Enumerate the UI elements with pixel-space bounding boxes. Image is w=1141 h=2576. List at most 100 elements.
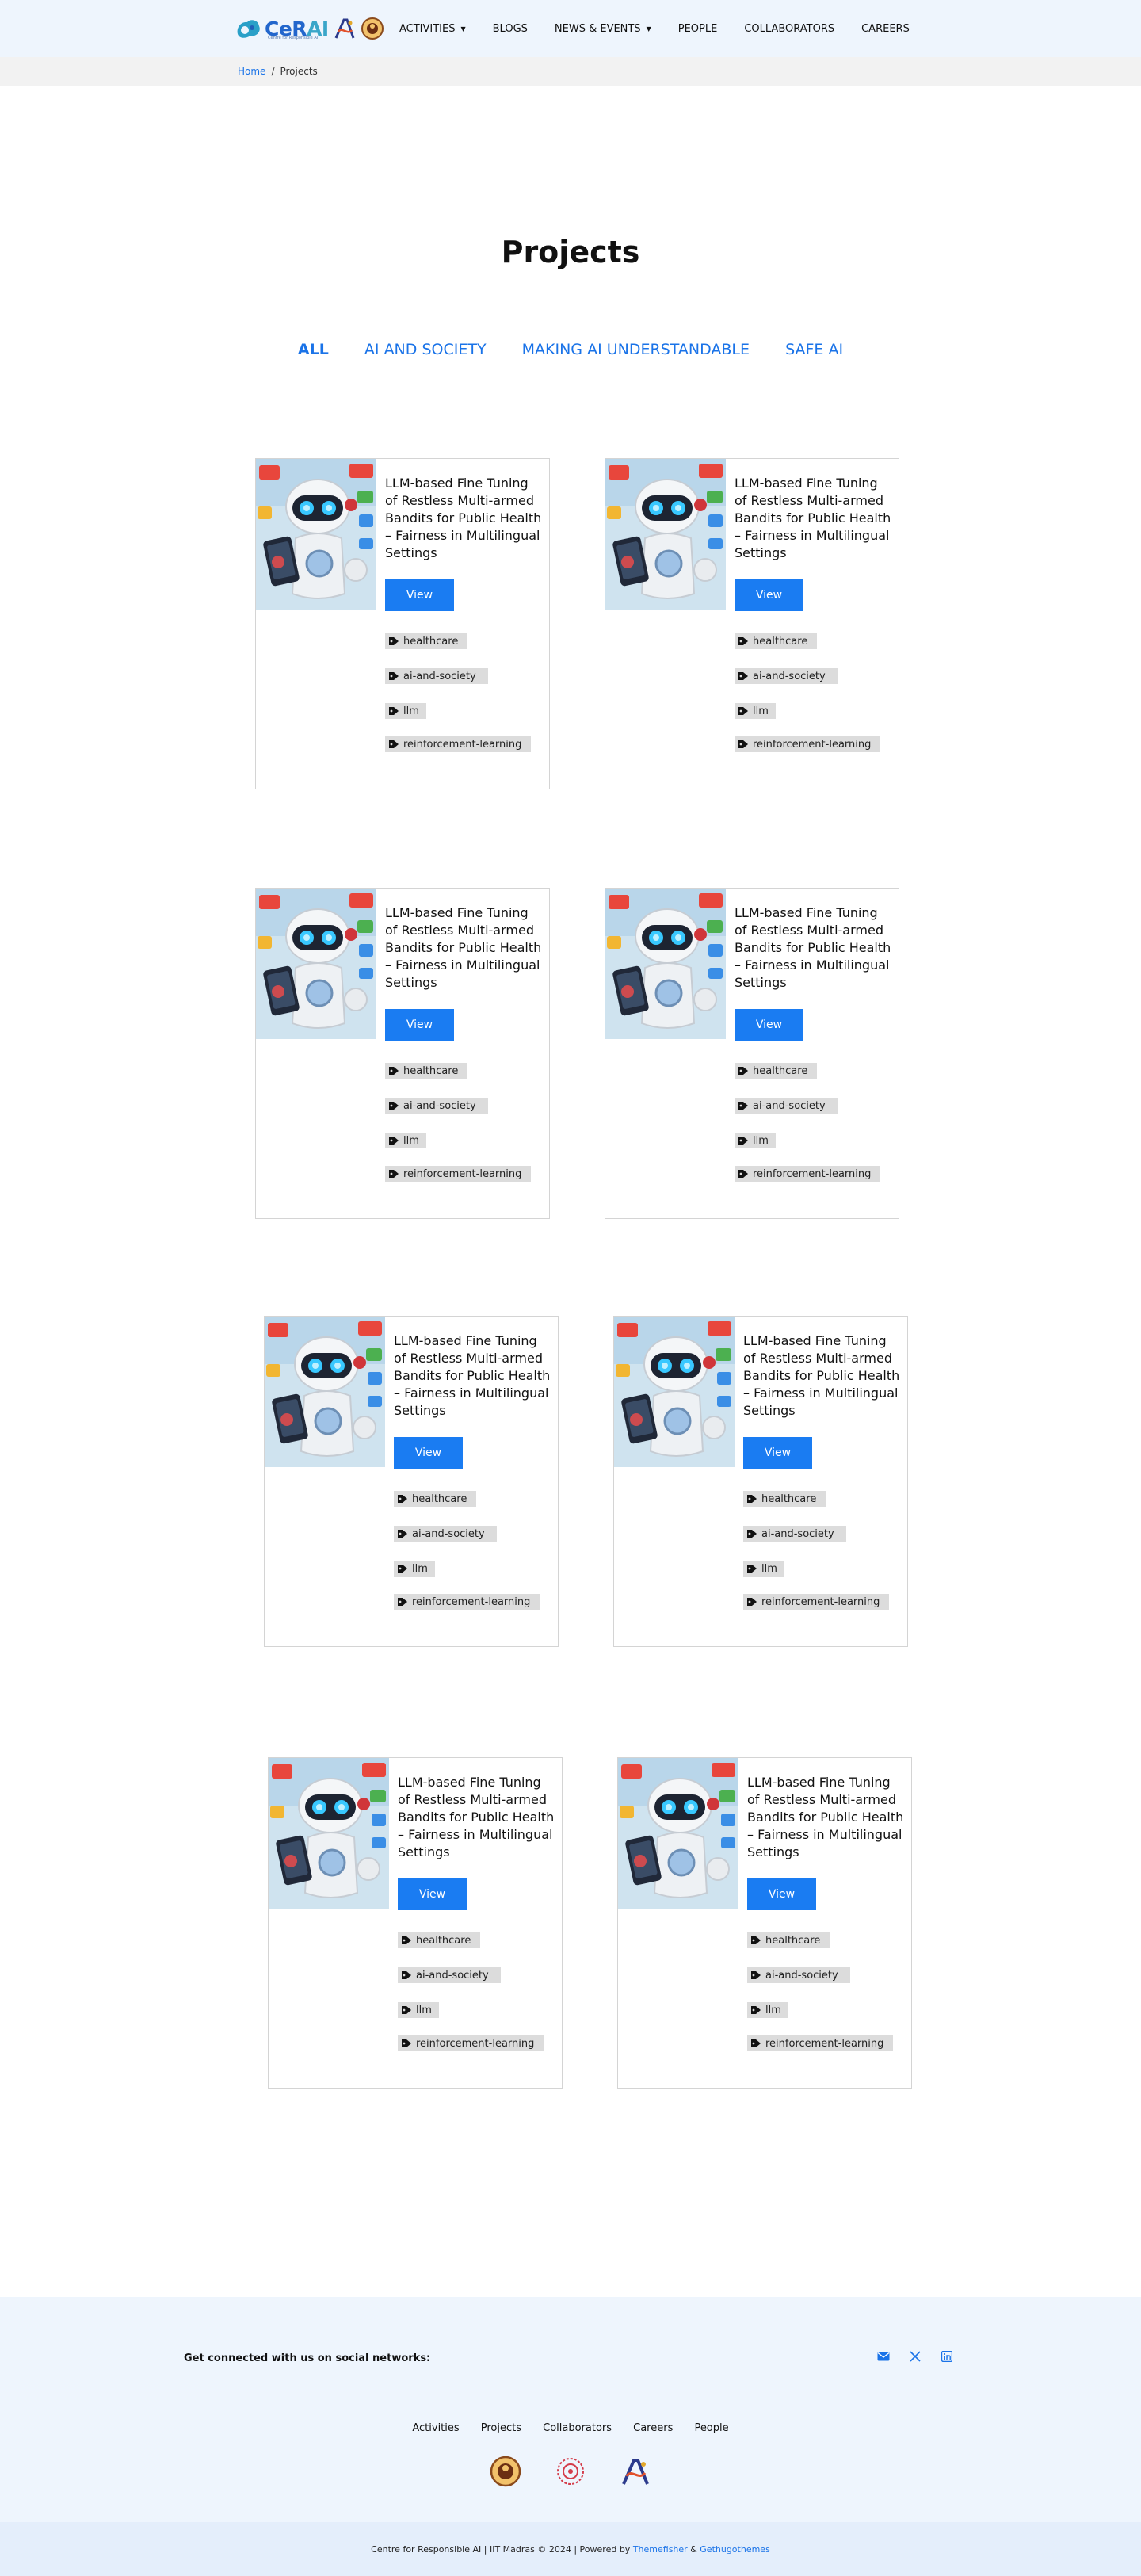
tag-label: reinforcement-learning [403, 738, 522, 751]
tag-healthcare[interactable]: healthcare [735, 633, 817, 649]
project-image[interactable] [256, 459, 376, 610]
themefisher-link[interactable]: Themefisher [633, 2544, 688, 2555]
tag-ai-and-society[interactable]: ai-and-society [735, 668, 838, 684]
project-image[interactable] [265, 1317, 385, 1467]
view-button[interactable]: View [385, 579, 454, 611]
partner-a-logo[interactable] [620, 2456, 651, 2487]
tag-healthcare[interactable]: healthcare [398, 1932, 480, 1948]
nav-item-people[interactable]: PEOPLE [678, 23, 718, 35]
linkedin-icon[interactable] [940, 2349, 954, 2364]
footer-link-collaborators[interactable]: Collaborators [543, 2422, 612, 2434]
tag-healthcare[interactable]: healthcare [385, 1063, 467, 1079]
partner-a-logo [334, 18, 355, 39]
view-button[interactable]: View [735, 579, 803, 611]
tag-ai-and-society[interactable]: ai-and-society [385, 668, 488, 684]
tag-label: llm [412, 1562, 428, 1575]
footer-link-activities[interactable]: Activities [412, 2422, 459, 2434]
footer-link-projects[interactable]: Projects [481, 2422, 521, 2434]
x-twitter-icon[interactable] [908, 2349, 922, 2364]
tag-label: healthcare [761, 1492, 817, 1505]
tag-healthcare[interactable]: healthcare [385, 633, 467, 649]
tag-llm[interactable]: llm [398, 2002, 439, 2018]
tag-icon [751, 2039, 761, 2047]
view-button[interactable]: View [735, 1009, 803, 1041]
footer-link-careers[interactable]: Careers [633, 2422, 673, 2434]
view-button[interactable]: View [398, 1878, 467, 1910]
filter-ai-and-society[interactable]: AI AND SOCIETY [364, 341, 487, 358]
tag-label: healthcare [412, 1492, 467, 1505]
nav-item-careers[interactable]: CAREERS [861, 23, 910, 35]
tag-reinforcement-learning[interactable]: reinforcement-learning [394, 1594, 540, 1610]
filter-safe-ai[interactable]: SAFE AI [785, 341, 843, 358]
gethugothemes-link[interactable]: Gethugothemes [700, 2544, 770, 2555]
tag-llm[interactable]: llm [385, 1133, 426, 1148]
tag-ai-and-society[interactable]: ai-and-society [735, 1098, 838, 1114]
tag-icon [751, 1971, 761, 1979]
breadcrumb: Home / Projects [238, 66, 318, 77]
project-card: LLM-based Fine Tuning of Restless Multi-… [255, 458, 550, 789]
tag-healthcare[interactable]: healthcare [394, 1491, 476, 1507]
breadcrumb-separator: / [271, 66, 275, 77]
tag-icon [738, 637, 748, 645]
tag-reinforcement-learning[interactable]: reinforcement-learning [398, 2035, 544, 2051]
tag-llm[interactable]: llm [735, 1133, 776, 1148]
iit-madras-seal[interactable] [490, 2456, 521, 2487]
tag-llm[interactable]: llm [735, 703, 776, 719]
site-header: CeRAI Centre for Responsible AI ACTIVITI… [0, 0, 1141, 57]
project-image[interactable] [256, 889, 376, 1039]
project-image[interactable] [605, 889, 726, 1039]
view-button[interactable]: View [747, 1878, 816, 1910]
tag-reinforcement-learning[interactable]: reinforcement-learning [385, 736, 531, 752]
view-button[interactable]: View [394, 1437, 463, 1469]
tag-ai-and-society[interactable]: ai-and-society [398, 1967, 501, 1983]
tag-icon [738, 740, 748, 748]
tag-healthcare[interactable]: healthcare [747, 1932, 830, 1948]
tag-label: llm [416, 2004, 432, 2016]
project-title: LLM-based Fine Tuning of Restless Multi-… [747, 1775, 904, 1859]
tag-healthcare[interactable]: healthcare [743, 1491, 826, 1507]
tag-ai-and-society[interactable]: ai-and-society [385, 1098, 488, 1114]
footer-links: Activities Projects Collaborators Career… [0, 2419, 1141, 2434]
tag-llm[interactable]: llm [743, 1561, 784, 1577]
tag-llm[interactable]: llm [394, 1561, 435, 1577]
filter-all[interactable]: ALL [298, 341, 329, 358]
tag-icon [389, 1170, 399, 1178]
nav-item-news-events[interactable]: NEWS & EVENTS ▼ [555, 23, 651, 35]
robot-illustration [256, 459, 376, 610]
tag-label: reinforcement-learning [753, 738, 872, 751]
tag-llm[interactable]: llm [747, 2002, 788, 2018]
tag-icon [747, 1598, 757, 1606]
tag-label: ai-and-society [416, 1969, 489, 1982]
footer-link-people[interactable]: People [694, 2422, 728, 2434]
view-button[interactable]: View [385, 1009, 454, 1041]
view-button[interactable]: View [743, 1437, 812, 1469]
logo-group[interactable]: CeRAI Centre for Responsible AI [235, 13, 384, 44]
tag-reinforcement-learning[interactable]: reinforcement-learning [735, 736, 880, 752]
tag-icon [398, 1598, 407, 1606]
project-image[interactable] [618, 1758, 738, 1909]
tag-ai-and-society[interactable]: ai-and-society [394, 1526, 497, 1542]
tag-reinforcement-learning[interactable]: reinforcement-learning [735, 1166, 880, 1182]
tag-label: ai-and-society [403, 1099, 476, 1112]
tag-llm[interactable]: llm [385, 703, 426, 719]
filter-making-ai-understandable[interactable]: MAKING AI UNDERSTANDABLE [522, 341, 750, 358]
nav-item-activities[interactable]: ACTIVITIES ▼ [399, 23, 466, 35]
email-icon[interactable] [876, 2349, 891, 2364]
robot-illustration [618, 1758, 738, 1909]
nav-item-blogs[interactable]: BLOGS [493, 23, 528, 35]
robot-illustration [256, 889, 376, 1039]
breadcrumb-home-link[interactable]: Home [238, 66, 265, 77]
tag-ai-and-society[interactable]: ai-and-society [743, 1526, 846, 1542]
partner-seal-logo[interactable] [555, 2456, 586, 2487]
tag-ai-and-society[interactable]: ai-and-society [747, 1967, 850, 1983]
tag-reinforcement-learning[interactable]: reinforcement-learning [747, 2035, 893, 2051]
tag-healthcare[interactable]: healthcare [735, 1063, 817, 1079]
project-image[interactable] [614, 1317, 735, 1467]
project-image[interactable] [605, 459, 726, 610]
tag-label: llm [765, 2004, 781, 2016]
nav-item-collaborators[interactable]: COLLABORATORS [744, 23, 834, 35]
tag-reinforcement-learning[interactable]: reinforcement-learning [385, 1166, 531, 1182]
tag-label: reinforcement-learning [753, 1168, 872, 1180]
tag-reinforcement-learning[interactable]: reinforcement-learning [743, 1594, 889, 1610]
project-image[interactable] [269, 1758, 389, 1909]
